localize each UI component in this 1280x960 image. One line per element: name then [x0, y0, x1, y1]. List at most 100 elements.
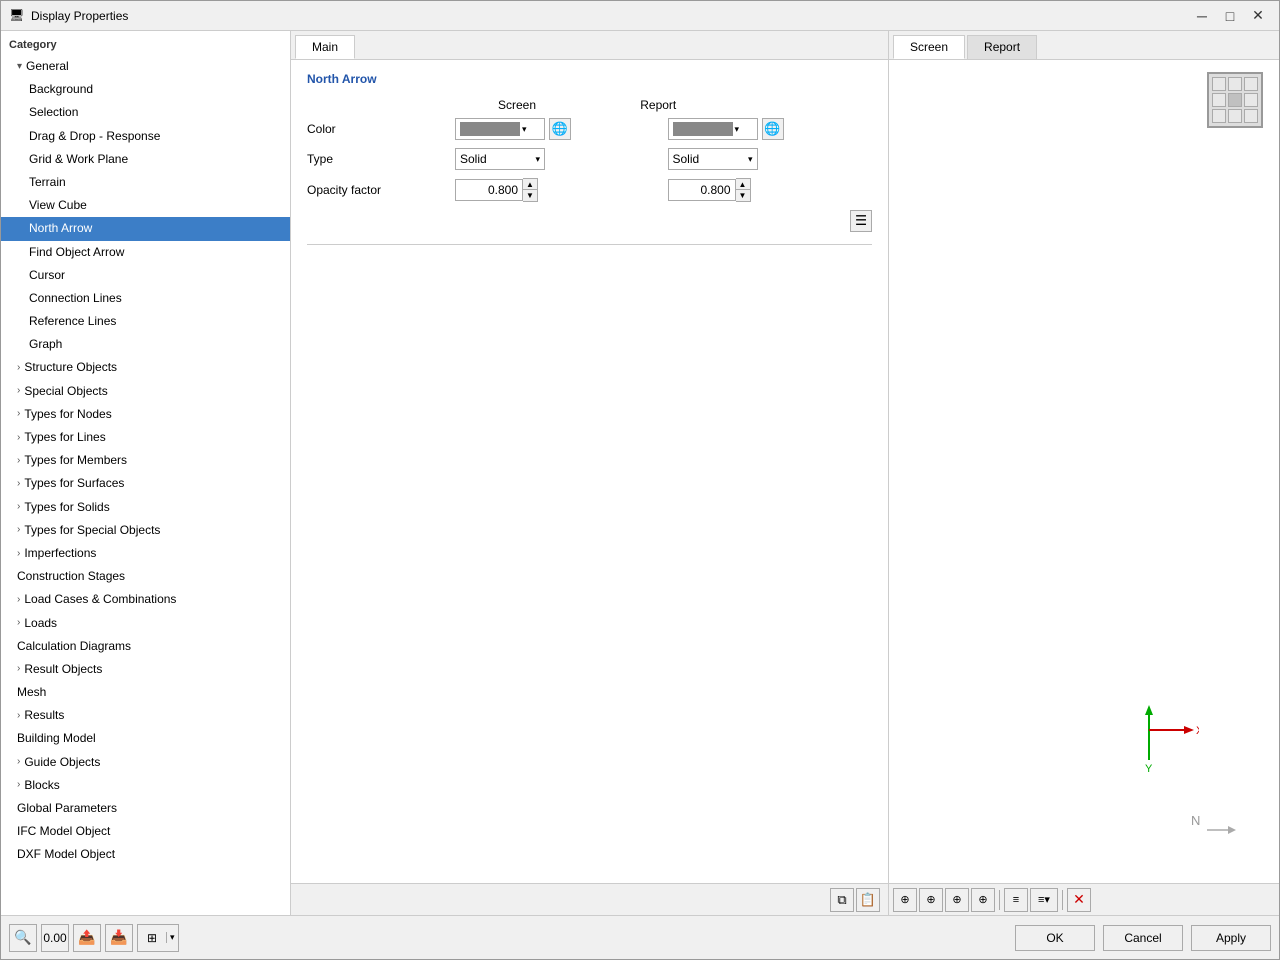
grid-cell-center — [1228, 93, 1242, 107]
tree-item-selection[interactable]: Selection — [1, 101, 290, 124]
right-tool-btn-1[interactable]: ⊕ — [893, 888, 917, 912]
right-tool-btn-2[interactable]: ⊕ — [919, 888, 943, 912]
right-tool-btn-4[interactable]: ⊕ — [971, 888, 995, 912]
tree-item-general[interactable]: ▾ General — [1, 55, 290, 78]
tree-item-special-objects[interactable]: › Special Objects — [1, 380, 290, 403]
preview-tab-report[interactable]: Report — [967, 35, 1037, 59]
tree-item-view-cube[interactable]: View Cube — [1, 194, 290, 217]
footer-count-btn[interactable]: 0.00 — [41, 924, 69, 952]
apply-button[interactable]: Apply — [1191, 925, 1271, 951]
tree-item-types-for-lines[interactable]: › Types for Lines — [1, 426, 290, 449]
arrow-results: › — [17, 708, 20, 724]
footer-combo-arrow[interactable]: ▾ — [166, 932, 178, 943]
tree-label-global-parameters: Global Parameters — [17, 799, 117, 818]
tree-item-cursor[interactable]: Cursor — [1, 264, 290, 287]
main-tab-bar: Main — [291, 31, 888, 60]
right-tool-btn-7[interactable]: ✕ — [1067, 888, 1091, 912]
toolbar-separator — [999, 890, 1000, 910]
maximize-button[interactable]: □ — [1217, 6, 1243, 26]
tree-item-types-for-nodes[interactable]: › Types for Nodes — [1, 403, 290, 426]
tree-item-types-for-special[interactable]: › Types for Special Objects — [1, 519, 290, 542]
screen-opacity-down[interactable]: ▼ — [523, 190, 537, 201]
tree-item-construction-stages[interactable]: Construction Stages — [1, 565, 290, 588]
menu-icon-area: ☰ — [307, 210, 872, 232]
tab-main[interactable]: Main — [295, 35, 355, 59]
preview-tab-screen[interactable]: Screen — [893, 35, 965, 59]
tree-item-global-parameters[interactable]: Global Parameters — [1, 797, 290, 820]
tree-item-results[interactable]: › Results — [1, 704, 290, 727]
tree-item-building-model[interactable]: Building Model — [1, 727, 290, 750]
title-bar: 🖥 Display Properties ─ □ ✕ — [1, 1, 1279, 31]
tree-item-grid-work-plane[interactable]: Grid & Work Plane — [1, 148, 290, 171]
grid-inner — [1207, 72, 1263, 128]
tree-item-ifc-model-object[interactable]: IFC Model Object — [1, 820, 290, 843]
tree-item-structure-objects[interactable]: › Structure Objects — [1, 356, 290, 379]
tree-item-types-for-surfaces[interactable]: › Types for Surfaces — [1, 472, 290, 495]
minimize-button[interactable]: ─ — [1189, 6, 1215, 26]
type-label: Type — [307, 152, 447, 166]
footer-search-btn[interactable]: 🔍 — [9, 924, 37, 952]
copy-btn[interactable]: ⧉ — [830, 888, 854, 912]
screen-opacity-up[interactable]: ▲ — [523, 179, 537, 190]
right-tool-btn-6[interactable]: ≡▾ — [1030, 888, 1058, 912]
tree-item-types-for-members[interactable]: › Types for Members — [1, 449, 290, 472]
report-opacity-input[interactable] — [668, 179, 736, 201]
tree-label-construction-stages: Construction Stages — [17, 567, 125, 586]
tree-item-load-cases[interactable]: › Load Cases & Combinations — [1, 588, 290, 611]
close-button[interactable]: ✕ — [1245, 6, 1271, 26]
screen-color-dropdown[interactable]: ▾ — [455, 118, 545, 140]
footer-combo-btn[interactable]: ⊞ — [138, 924, 166, 952]
report-opacity-down[interactable]: ▼ — [736, 190, 750, 201]
arrow-imperfections: › — [17, 546, 20, 562]
middle-panel: Main North Arrow Screen Report Color — [291, 31, 889, 915]
report-color-picker-btn[interactable]: 🌐 — [762, 118, 784, 140]
report-opacity-up[interactable]: ▲ — [736, 179, 750, 190]
footer-right-buttons: OK Cancel Apply — [1015, 925, 1271, 951]
tree-item-calculation-diagrams[interactable]: Calculation Diagrams — [1, 635, 290, 658]
report-color-dropdown[interactable]: ▾ — [668, 118, 758, 140]
tree-item-dxf-model-object[interactable]: DXF Model Object — [1, 843, 290, 866]
y-label: Y — [1145, 763, 1153, 775]
cancel-button[interactable]: Cancel — [1103, 925, 1183, 951]
screen-opacity-group: ▲ ▼ — [447, 178, 660, 202]
footer-export-btn[interactable]: 📤 — [73, 924, 101, 952]
arrow-load-cases: › — [17, 592, 20, 608]
window-icon: 🖥 — [9, 8, 25, 24]
paste-btn[interactable]: 📋 — [856, 888, 880, 912]
tree-item-imperfections[interactable]: › Imperfections — [1, 542, 290, 565]
menu-icon-button[interactable]: ☰ — [850, 210, 872, 232]
tree-item-terrain[interactable]: Terrain — [1, 171, 290, 194]
tree-item-types-for-solids[interactable]: › Types for Solids — [1, 496, 290, 519]
screen-color-picker-btn[interactable]: 🌐 — [549, 118, 571, 140]
right-tool-btn-5[interactable]: ≡ — [1004, 888, 1028, 912]
tree-item-north-arrow[interactable]: North Arrow — [1, 217, 290, 240]
footer-import-btn[interactable]: 📥 — [105, 924, 133, 952]
tree-item-mesh[interactable]: Mesh — [1, 681, 290, 704]
tree-label-loads: Loads — [24, 614, 57, 633]
arrow-icon: ▾ — [17, 59, 22, 75]
screen-type-select[interactable]: Solid ▾ — [455, 148, 545, 170]
right-tool-btn-3[interactable]: ⊕ — [945, 888, 969, 912]
preview-content-area: X Y N — [889, 60, 1279, 883]
tree-item-blocks[interactable]: › Blocks — [1, 774, 290, 797]
tree-label-grid-work-plane: Grid & Work Plane — [29, 150, 128, 169]
tree-label-selection: Selection — [29, 103, 78, 122]
grid-cell — [1228, 109, 1242, 123]
tree-item-background[interactable]: Background — [1, 78, 290, 101]
report-type-select[interactable]: Solid ▾ — [668, 148, 758, 170]
tree-item-loads[interactable]: › Loads — [1, 612, 290, 635]
tree-item-connection-lines[interactable]: Connection Lines — [1, 287, 290, 310]
tree-item-find-object-arrow[interactable]: Find Object Arrow — [1, 241, 290, 264]
tree-item-drag-drop[interactable]: Drag & Drop - Response — [1, 125, 290, 148]
tree-item-guide-objects[interactable]: › Guide Objects — [1, 751, 290, 774]
category-label: Category — [1, 35, 290, 55]
tree-label-blocks: Blocks — [24, 776, 59, 795]
arrow-types-for-lines: › — [17, 430, 20, 446]
tree-item-reference-lines[interactable]: Reference Lines — [1, 310, 290, 333]
arrow-loads: › — [17, 615, 20, 631]
tree-item-result-objects[interactable]: › Result Objects — [1, 658, 290, 681]
screen-opacity-input[interactable] — [455, 179, 523, 201]
color-label: Color — [307, 122, 447, 136]
ok-button[interactable]: OK — [1015, 925, 1095, 951]
tree-item-graph[interactable]: Graph — [1, 333, 290, 356]
